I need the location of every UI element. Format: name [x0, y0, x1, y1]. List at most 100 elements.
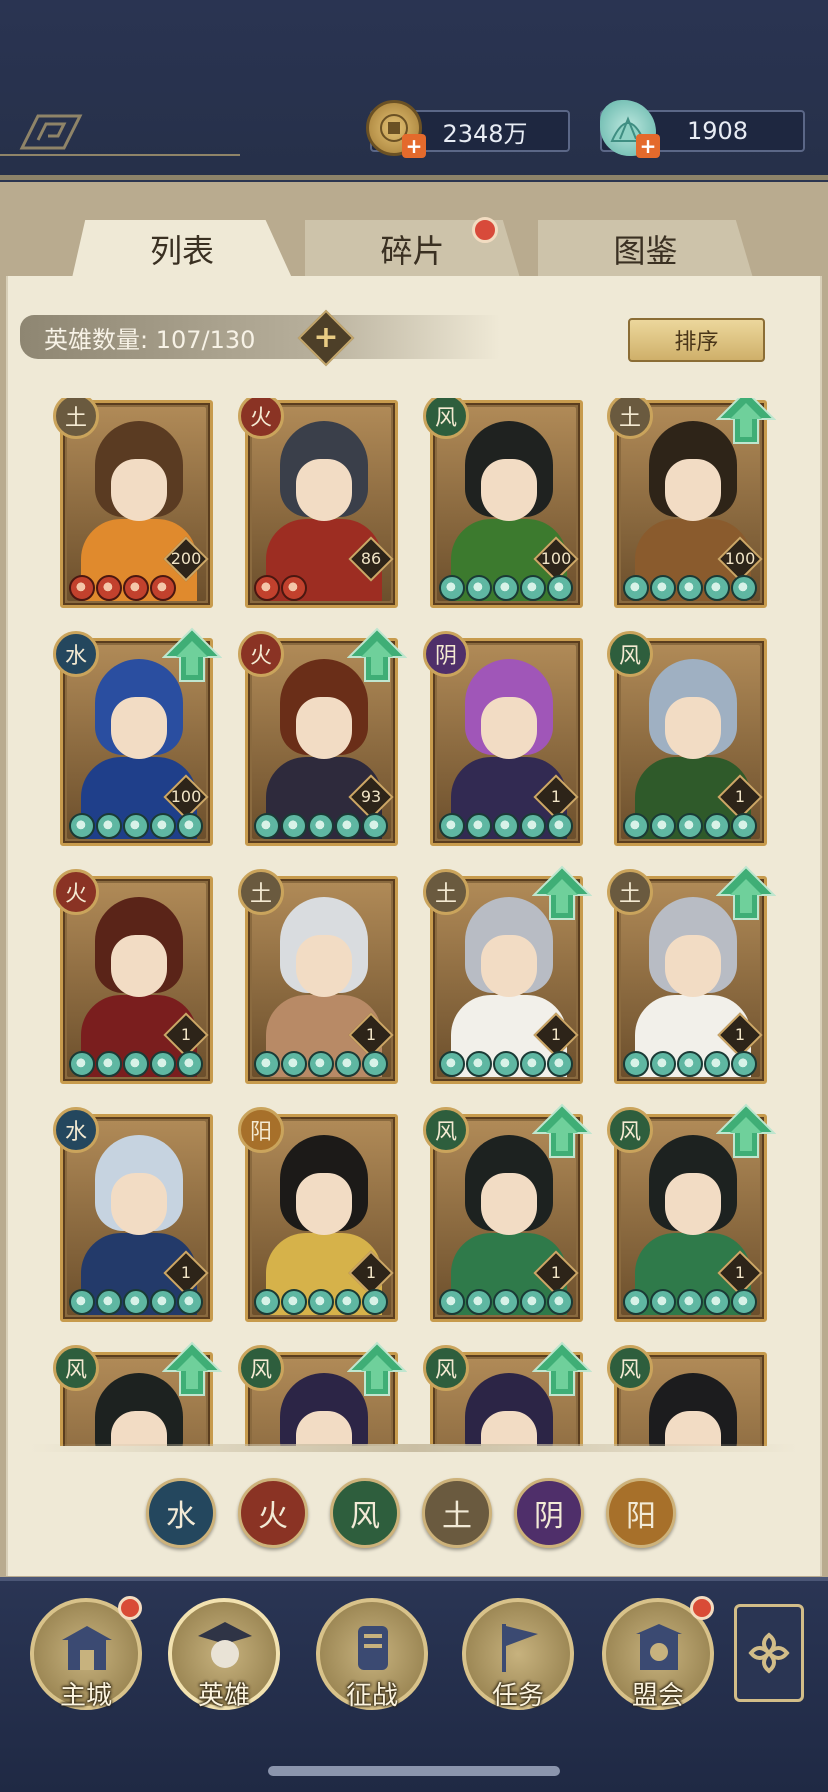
hero-card[interactable]: 风1 — [607, 631, 767, 846]
hero-card[interactable]: 土1 — [423, 865, 593, 1084]
hero-star-rating — [623, 575, 757, 601]
hero-star-rating — [254, 1051, 388, 1077]
home-indicator[interactable] — [268, 1766, 560, 1776]
hero-card[interactable]: 土1 — [238, 869, 398, 1084]
element-badge: 风 — [238, 1345, 284, 1391]
hero-level-value: 1 — [180, 1025, 192, 1044]
star-jade-icon — [177, 1051, 203, 1077]
star-jade-icon — [150, 1289, 176, 1315]
tab-list[interactable]: 列表 — [72, 220, 292, 278]
star-jade-icon — [439, 1289, 465, 1315]
add-jade-button[interactable]: + — [636, 134, 660, 158]
hero-level-value: 1 — [734, 1025, 746, 1044]
star-jade-icon — [123, 813, 149, 839]
star-jade-icon — [308, 813, 334, 839]
hero-card[interactable]: 风1 — [607, 1103, 777, 1322]
star-jade-icon — [493, 575, 519, 601]
element-badge: 土 — [238, 869, 284, 915]
element-badge: 土 — [423, 869, 469, 915]
star-jade-icon — [466, 575, 492, 601]
hero-card[interactable]: 阴1 — [423, 631, 583, 846]
hero-count-text: 英雄数量: 107/130 — [44, 325, 256, 354]
star-jade-icon — [362, 1051, 388, 1077]
filter-fire-button[interactable]: 火 — [238, 1478, 308, 1548]
tab-codex[interactable]: 图鉴 — [538, 220, 753, 278]
hero-card[interactable]: 风 — [53, 1341, 223, 1446]
star-jade-icon — [493, 1289, 519, 1315]
hero-card[interactable]: 风 — [238, 1341, 408, 1446]
filter-wind-button[interactable]: 风 — [330, 1478, 400, 1548]
tab-list-label: 列表 — [149, 232, 214, 270]
hero-star-rating — [69, 1051, 203, 1077]
star-jade-icon — [731, 575, 757, 601]
star-jade-icon — [704, 1051, 730, 1077]
hero-card[interactable]: 土 200 — [53, 398, 213, 608]
sort-button[interactable]: 排序 — [628, 318, 765, 362]
star-jade-icon — [520, 575, 546, 601]
hero-card[interactable]: 水 100 — [53, 627, 223, 846]
element-badge: 风 — [53, 1345, 99, 1391]
star-jade-icon — [466, 1051, 492, 1077]
hero-card[interactable]: 风1 — [423, 1103, 593, 1322]
hero-grid: 土 200 火 86 风 100 土 100 水 100 火 93 阴 1 风 1 火 1 土 1 土 1 土 1 水 1 阳 1 风 1… — [0, 398, 828, 1446]
upgrade-arrow-icon — [715, 865, 777, 921]
nav-notification-dot — [690, 1596, 714, 1620]
city-gate-icon — [58, 1620, 116, 1676]
star-jade-icon — [177, 1289, 203, 1315]
star-jade-icon — [281, 575, 307, 601]
hero-card[interactable]: 土 100 — [607, 398, 777, 608]
star-jade-icon — [96, 813, 122, 839]
hero-level-value: 1 — [550, 787, 562, 806]
hero-card[interactable]: 风 — [423, 1341, 593, 1446]
menu-flower-icon — [748, 1632, 790, 1674]
upgrade-arrow-icon — [346, 1341, 408, 1397]
star-jade-icon — [520, 1289, 546, 1315]
star-jade-icon — [677, 1051, 703, 1077]
nav-label: 任务 — [491, 1681, 544, 1711]
star-jade-icon — [150, 575, 176, 601]
star-jade-icon — [650, 1289, 676, 1315]
hero-card[interactable]: 火 86 — [238, 398, 398, 608]
star-jade-icon — [69, 1051, 95, 1077]
hero-level-value: 100 — [170, 787, 202, 806]
hero-star-rating — [254, 813, 388, 839]
element-badge: 风 — [607, 631, 653, 677]
star-jade-icon — [96, 1051, 122, 1077]
filter-yang-button[interactable]: 阳 — [606, 1478, 676, 1548]
upgrade-arrow-icon — [531, 865, 593, 921]
element-badge: 土 — [607, 869, 653, 915]
star-jade-icon — [547, 813, 573, 839]
hero-star-rating — [623, 813, 757, 839]
star-jade-icon — [439, 575, 465, 601]
star-jade-icon — [731, 1289, 757, 1315]
nav-label: 主城 — [59, 1681, 112, 1711]
star-jade-icon — [704, 575, 730, 601]
star-jade-icon — [650, 1051, 676, 1077]
filter-water-button[interactable]: 水 — [146, 1478, 216, 1548]
add-coins-button[interactable]: + — [402, 134, 426, 158]
hero-card[interactable]: 风 100 — [423, 398, 583, 608]
star-jade-icon — [123, 575, 149, 601]
star-jade-icon — [123, 1289, 149, 1315]
fragments-notification-dot — [472, 217, 498, 243]
filter-earth-button[interactable]: 土 — [422, 1478, 492, 1548]
hero-card[interactable]: 风 — [607, 1345, 767, 1446]
upgrade-arrow-icon — [531, 1103, 593, 1159]
sort-button-label: 排序 — [674, 330, 719, 355]
star-jade-icon — [362, 1289, 388, 1315]
hero-card[interactable]: 火1 — [53, 869, 213, 1084]
hero-card[interactable]: 火 93 — [238, 627, 408, 846]
filter-yin-button[interactable]: 阴 — [514, 1478, 584, 1548]
hero-star-rating — [254, 575, 307, 601]
grid-bottom-divider — [30, 1444, 798, 1452]
hero-card[interactable]: 土1 — [607, 865, 777, 1084]
hero-level-value: 1 — [365, 1263, 377, 1282]
hero-level-value: 1 — [734, 787, 746, 806]
hero-level-value: 100 — [540, 549, 572, 568]
star-jade-icon — [547, 575, 573, 601]
menu-button[interactable] — [734, 1604, 804, 1702]
hero-card[interactable]: 阳1 — [238, 1107, 398, 1322]
hero-card[interactable]: 水1 — [53, 1107, 213, 1322]
star-jade-icon — [150, 813, 176, 839]
star-jade-icon — [281, 813, 307, 839]
